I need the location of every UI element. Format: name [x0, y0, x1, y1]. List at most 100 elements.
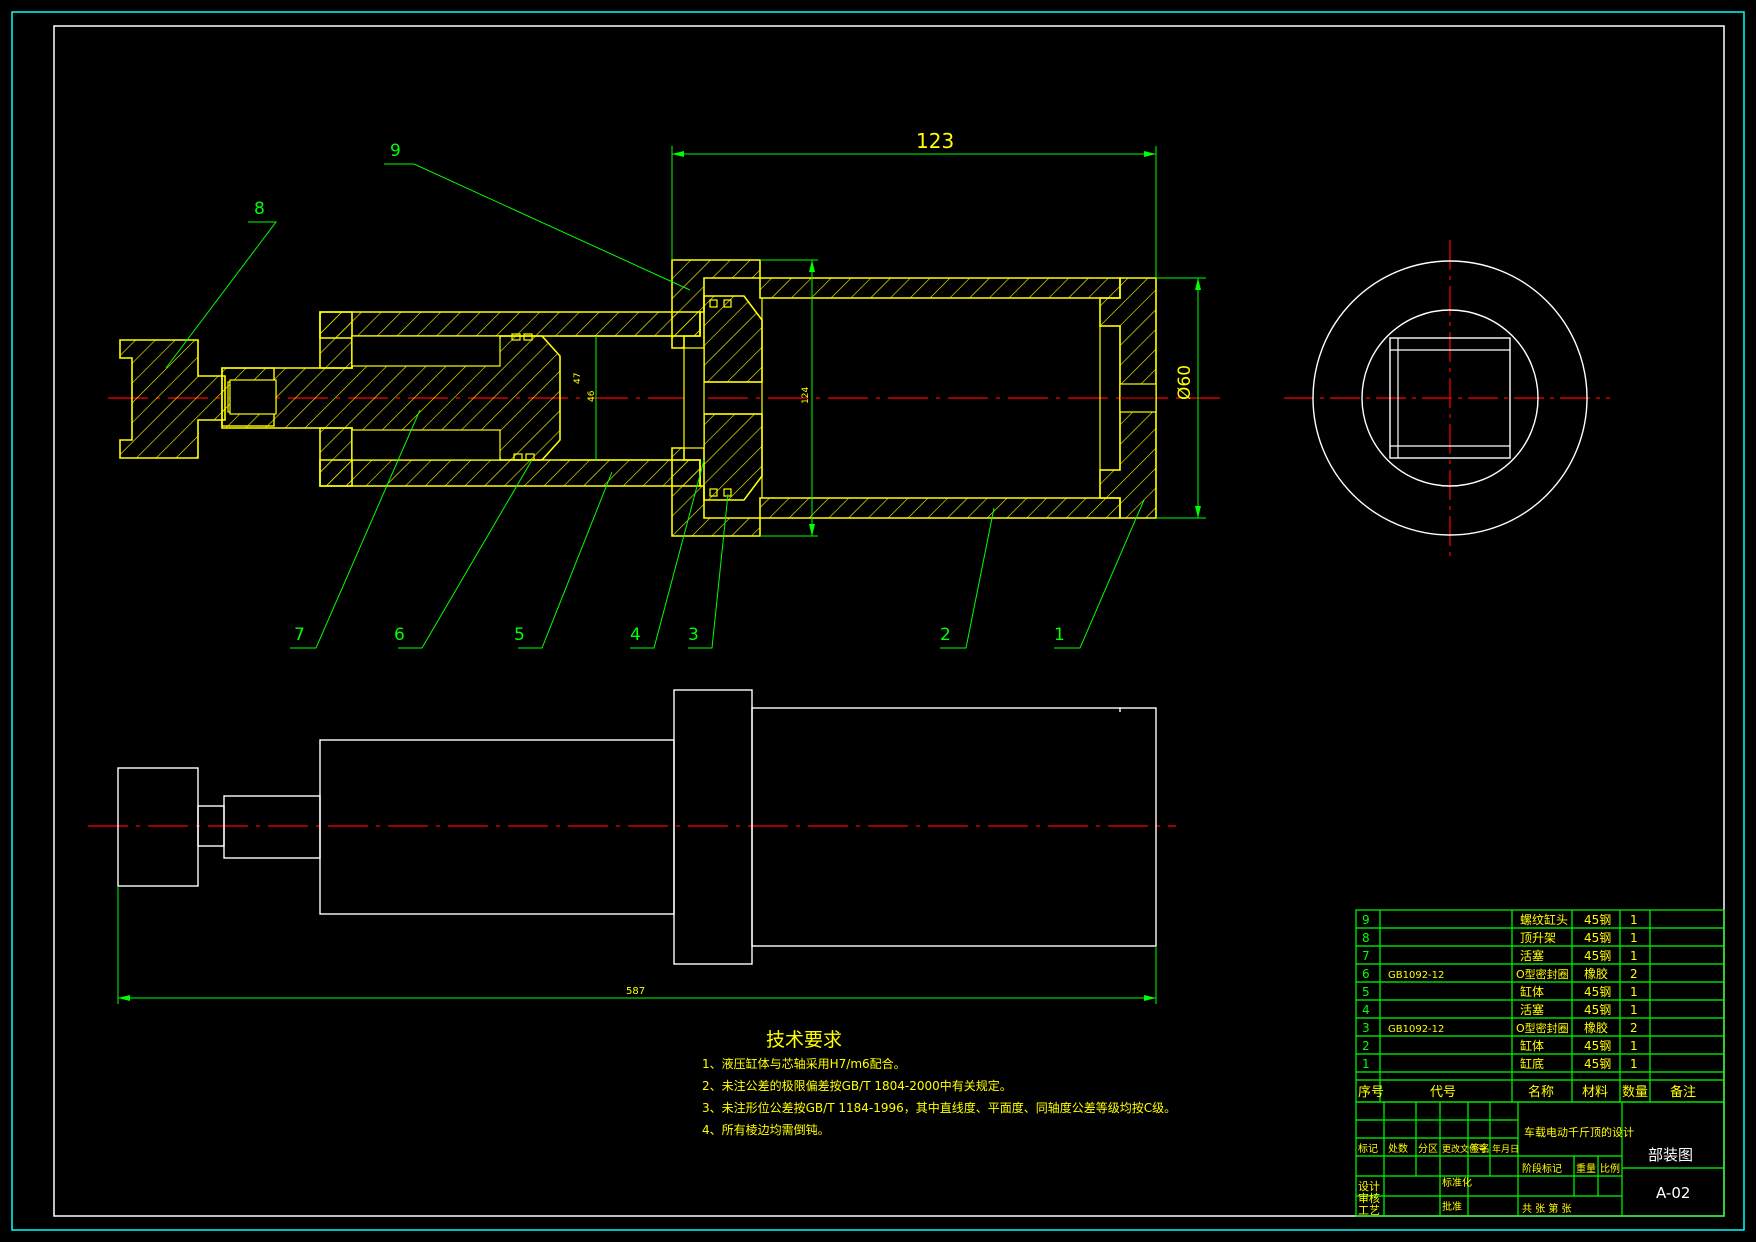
bom-row-6-material: 橡胶 [1584, 966, 1608, 981]
dim-bore-small-2: 46 [587, 390, 597, 402]
front-view [88, 689, 1176, 1004]
annular-gap-top [351, 335, 501, 367]
tb-role-standard: 标准化 [1442, 1176, 1472, 1189]
tb-rev-date: 年月日 [1492, 1143, 1519, 1155]
tb-role-process: 工艺 [1358, 1204, 1380, 1217]
tb-rev-zone: 分区 [1418, 1143, 1438, 1155]
bom-row-4-name: 活塞 [1520, 1002, 1544, 1017]
bom-row-6-code: GB1092-12 [1388, 970, 1444, 981]
bom-row-3-material: 橡胶 [1584, 1020, 1608, 1035]
balloon-3: 3 [688, 625, 699, 645]
note-2: 2、未注公差的极限偏差按GB/T 1804-2000中有关规定。 [702, 1078, 1012, 1093]
bom-row-7-no: 7 [1362, 949, 1370, 963]
bom-row-2-material: 45钢 [1584, 1039, 1611, 1053]
tb-stage-label: 阶段标记 [1522, 1162, 1562, 1175]
bom-row-5-qty: 1 [1630, 985, 1638, 999]
bom-row-4-material: 45钢 [1584, 1003, 1611, 1017]
part-2-wall-bottom [759, 497, 1121, 519]
bom-row-3-code: GB1092-12 [1388, 1024, 1444, 1035]
bom-row-8-name: 顶升架 [1520, 931, 1556, 945]
bom-row-1-name: 缸底 [1520, 1056, 1544, 1071]
bom-row-5-material: 45钢 [1584, 985, 1611, 999]
tb-project: 车载电动千斤顶的设计 [1524, 1125, 1634, 1139]
notes-title: 技术要求 [766, 1029, 842, 1051]
rod-end-bore [229, 379, 277, 415]
section-view: 123 Ø60 47 46 124 1 2 3 4 5 6 7 8 9 [108, 129, 1220, 649]
bom-table: 9 螺纹缸头 45钢 1 8 顶升架 45钢 1 7 活塞 45钢 1 6 GB… [1355, 909, 1725, 1103]
sheet-outer-frame [11, 11, 1745, 1231]
tb-sheet: 共 张 第 张 [1522, 1202, 1572, 1215]
tb-rev-sign: 签名 [1470, 1142, 1490, 1155]
bom-row-9-qty: 1 [1630, 913, 1638, 927]
balloon-7: 7 [294, 625, 305, 645]
bom-row-4-qty: 1 [1630, 1003, 1638, 1017]
tb-rev-mark: 标记 [1358, 1143, 1378, 1155]
bom-row-1-material: 45钢 [1584, 1057, 1611, 1071]
bom-header-material: 材料 [1582, 1085, 1608, 1100]
bom-row-8-qty: 1 [1630, 931, 1638, 945]
tb-drawing-no: A-02 [1656, 1184, 1690, 1202]
part-4-piston-top [703, 295, 763, 383]
dim-overall-length-bottom: 587 [626, 986, 645, 997]
part-2-wall-top [759, 277, 1121, 299]
part-4-piston-bottom [703, 413, 763, 501]
bom-row-2-no: 2 [1362, 1039, 1370, 1053]
dim-overall-length-top: 123 [916, 129, 954, 153]
bom-row-5-name: 缸体 [1520, 984, 1544, 999]
bom-row-1-no: 1 [1362, 1057, 1370, 1071]
tb-role-review: 审核 [1358, 1191, 1380, 1205]
balloon-2: 2 [940, 625, 951, 645]
annular-gap-bottom [351, 429, 501, 461]
tb-weight-label: 重量 [1576, 1162, 1596, 1175]
bom-header-code: 代号 [1430, 1085, 1456, 1100]
bom-row-9-no: 9 [1362, 913, 1370, 927]
bom-row-3-name: O型密封圈 [1516, 1021, 1569, 1035]
balloon-1: 1 [1054, 625, 1065, 645]
note-4: 4、所有棱边均需倒钝。 [702, 1122, 830, 1137]
technical-notes: 技术要求 1、液压缸体与芯轴采用H7/m6配合。 2、未注公差的极限偏差按GB/… [702, 1029, 1176, 1137]
part-5-wall-top [319, 311, 701, 339]
bom-row-9-name: 螺纹缸头 [1520, 912, 1568, 927]
balloon-6: 6 [394, 625, 405, 645]
bom-row-9-material: 45钢 [1584, 913, 1611, 927]
dim-diameter: Ø60 [1175, 365, 1195, 400]
bom-row-2-name: 缸体 [1520, 1038, 1544, 1053]
tb-rev-count: 处数 [1388, 1142, 1408, 1155]
bom-row-4-no: 4 [1362, 1003, 1370, 1017]
bom-row-3-qty: 2 [1630, 1021, 1638, 1035]
bom-row-7-name: 活塞 [1520, 948, 1544, 963]
part-5-wall-bottom [319, 459, 701, 487]
bom-row-8-no: 8 [1362, 931, 1370, 945]
bom-row-7-material: 45钢 [1584, 949, 1611, 963]
bom-header-name: 名称 [1528, 1084, 1554, 1100]
bom-row-8-material: 45钢 [1584, 931, 1611, 945]
drawing-canvas: 123 Ø60 47 46 124 1 2 3 4 5 6 7 8 9 587 … [11, 11, 1745, 1231]
bom-row-3-no: 3 [1362, 1021, 1370, 1035]
note-3: 3、未注形位公差按GB/T 1184-1996，其中直线度、平面度、同轴度公差等… [702, 1100, 1176, 1115]
bom-row-6-name: O型密封圈 [1516, 967, 1569, 981]
tb-role-approve: 批准 [1442, 1200, 1462, 1213]
balloon-8: 8 [254, 199, 265, 219]
bom-row-2-qty: 1 [1630, 1039, 1638, 1053]
part-5-end-top [319, 311, 353, 369]
bom-row-1-qty: 1 [1630, 1057, 1638, 1071]
balloon-9: 9 [390, 141, 401, 161]
bom-header-no: 序号 [1358, 1085, 1384, 1100]
dim-bore-large: 124 [801, 387, 811, 404]
part-8-head [119, 339, 226, 459]
balloon-5: 5 [514, 625, 525, 645]
note-1: 1、液压缸体与芯轴采用H7/m6配合。 [702, 1056, 906, 1071]
bom-row-6-no: 6 [1362, 967, 1370, 981]
tb-scale-label: 比例 [1600, 1162, 1620, 1175]
bom-row-5-no: 5 [1362, 985, 1370, 999]
title-block: 车载电动千斤顶的设计 部装图 A-02 标记 处数 分区 更改文件号 签名 年月… [1355, 1101, 1725, 1217]
dim-bore-small: 47 [573, 373, 583, 384]
bom-row-6-qty: 2 [1630, 967, 1638, 981]
cad-drawing-sheet: 123 Ø60 47 46 124 1 2 3 4 5 6 7 8 9 587 … [0, 0, 1756, 1242]
balloon-4: 4 [630, 625, 641, 645]
sheet-border [53, 25, 1725, 1217]
bom-header-qty: 数量 [1622, 1085, 1648, 1100]
end-view [1284, 240, 1610, 560]
tb-drawing-name: 部装图 [1648, 1146, 1693, 1164]
bom-header-remark: 备注 [1670, 1084, 1696, 1100]
